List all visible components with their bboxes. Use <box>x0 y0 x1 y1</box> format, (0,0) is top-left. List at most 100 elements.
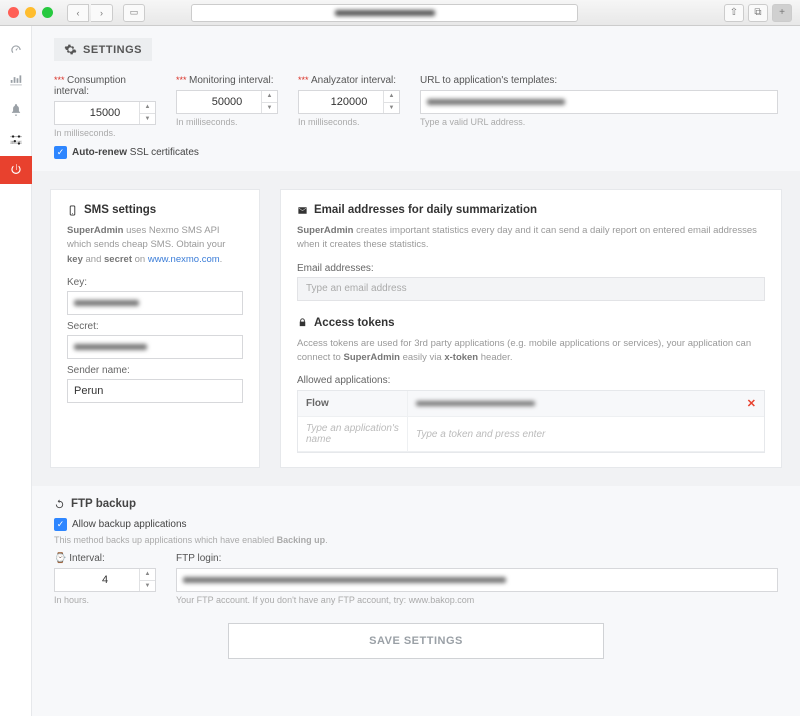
mail-icon <box>297 205 308 216</box>
power-icon <box>9 163 23 177</box>
key-input[interactable] <box>67 291 243 315</box>
tokens-table: Flow ✕ Type an application's name Type a… <box>297 390 765 453</box>
chrome-right: ⇧ ⧉ + <box>724 4 792 22</box>
ftp-interval-label: ⌚ Interval: <box>54 553 156 564</box>
share-icon[interactable]: ⇧ <box>724 4 744 22</box>
delete-token-button[interactable]: ✕ <box>747 397 756 410</box>
ftp-interval-help: In hours. <box>54 595 156 605</box>
table-row: Type an application's name Type a token … <box>298 417 764 452</box>
sender-input[interactable]: Perun <box>67 379 243 403</box>
email-title: Email addresses for daily summarization <box>297 204 765 216</box>
consumption-label: Consumption interval: <box>54 75 156 97</box>
sidebar <box>0 26 32 716</box>
email-desc: SuperAdmin creates important statistics … <box>297 224 765 253</box>
sliders-icon <box>9 133 23 147</box>
new-tab-icon[interactable]: + <box>772 4 792 22</box>
close-window-icon[interactable] <box>8 7 19 18</box>
browser-chrome: ‹ › ▭ ⇧ ⧉ + <box>0 0 800 26</box>
save-wrap: SAVE SETTINGS <box>54 623 778 659</box>
page-title-text: SETTINGS <box>83 44 142 56</box>
tokens-desc: Access tokens are used for 3rd party app… <box>297 337 765 366</box>
url-help: Type a valid URL address. <box>420 117 778 127</box>
panels: SMS settings SuperAdmin uses Nexmo SMS A… <box>32 171 800 486</box>
spinner: ▲▼ <box>139 569 155 591</box>
auto-renew-ssl-checkbox[interactable]: ✓ Auto-renew SSL certificates <box>54 146 778 159</box>
email-addresses-label: Email addresses: <box>297 263 765 274</box>
token-app-name: Flow <box>298 391 408 417</box>
sidebar-item-notifications[interactable] <box>0 96 32 124</box>
token-value: ✕ <box>408 391 764 417</box>
step-down-icon[interactable]: ▼ <box>384 103 399 114</box>
analyzator-input[interactable]: 120000 ▲▼ <box>298 90 400 114</box>
token-value-input[interactable]: Type a token and press enter <box>408 417 764 452</box>
email-addresses-input[interactable]: Type an email address <box>297 277 765 301</box>
save-button[interactable]: SAVE SETTINGS <box>228 623 604 659</box>
spinner: ▲▼ <box>139 102 155 124</box>
tokens-title: Access tokens <box>297 317 765 329</box>
step-up-icon[interactable]: ▲ <box>262 91 277 103</box>
monitoring-label: Monitoring interval: <box>176 75 278 86</box>
analyzator-label: Analyzator interval: <box>298 75 400 86</box>
gear-icon <box>64 43 77 56</box>
refresh-icon <box>54 499 65 510</box>
check-icon: ✓ <box>54 518 67 531</box>
ftp-method-help: This method backs up applications which … <box>54 535 778 545</box>
consumption-help: In milliseconds. <box>54 128 156 138</box>
step-down-icon[interactable]: ▼ <box>140 114 155 125</box>
sidebar-item-settings[interactable] <box>0 126 32 154</box>
bell-icon <box>9 103 23 117</box>
token-name-input[interactable]: Type an application's name <box>298 417 408 452</box>
url-input[interactable] <box>420 90 778 114</box>
intervals-row: Consumption interval: 15000 ▲▼ In millis… <box>54 75 778 138</box>
secret-input[interactable] <box>67 335 243 359</box>
sms-panel: SMS settings SuperAdmin uses Nexmo SMS A… <box>50 189 260 468</box>
consumption-input[interactable]: 15000 ▲▼ <box>54 101 156 125</box>
sidebar-item-power[interactable] <box>0 156 32 184</box>
back-button[interactable]: ‹ <box>67 4 89 22</box>
check-icon: ✓ <box>54 146 67 159</box>
nexmo-link[interactable]: www.nexmo.com <box>148 254 220 265</box>
sms-desc: SuperAdmin uses Nexmo SMS API which send… <box>67 224 243 267</box>
step-up-icon[interactable]: ▲ <box>140 102 155 114</box>
ftp-login-label: FTP login: <box>176 553 778 564</box>
step-down-icon[interactable]: ▼ <box>140 581 155 592</box>
sidebar-toggle-button[interactable]: ▭ <box>123 4 145 22</box>
ftp-login-input[interactable] <box>176 568 778 592</box>
url-label: URL to application's templates: <box>420 75 778 86</box>
maximize-window-icon[interactable] <box>42 7 53 18</box>
spinner: ▲▼ <box>383 91 399 113</box>
minimize-window-icon[interactable] <box>25 7 36 18</box>
chart-icon <box>9 73 23 87</box>
step-up-icon[interactable]: ▲ <box>140 569 155 581</box>
sms-title: SMS settings <box>67 204 243 216</box>
ftp-login-help: Your FTP account. If you don't have any … <box>176 595 778 605</box>
traffic-lights <box>8 7 53 18</box>
monitoring-help: In milliseconds. <box>176 117 278 127</box>
url-bar[interactable] <box>191 4 578 22</box>
ftp-row: ⌚ Interval: 4 ▲▼ In hours. FTP login: Yo… <box>54 553 778 605</box>
ftp-interval-input[interactable]: 4 ▲▼ <box>54 568 156 592</box>
templates-url-field: URL to application's templates: Type a v… <box>420 75 778 138</box>
ftp-interval-field: ⌚ Interval: 4 ▲▼ In hours. <box>54 553 156 605</box>
sidebar-item-analytics[interactable] <box>0 66 32 94</box>
analyzator-interval-field: Analyzator interval: 120000 ▲▼ In millis… <box>298 75 400 138</box>
allowed-apps-label: Allowed applications: <box>297 375 765 386</box>
step-down-icon[interactable]: ▼ <box>262 103 277 114</box>
table-row: Flow ✕ <box>298 391 764 417</box>
ftp-title: FTP backup <box>54 498 778 510</box>
sidebar-item-dashboard[interactable] <box>0 36 32 64</box>
sender-label: Sender name: <box>67 365 243 376</box>
monitoring-input[interactable]: 50000 ▲▼ <box>176 90 278 114</box>
gauge-icon <box>9 43 23 57</box>
spinner: ▲▼ <box>261 91 277 113</box>
key-label: Key: <box>67 277 243 288</box>
bakop-link[interactable]: www.bakop.com <box>409 595 475 605</box>
nav-buttons: ‹ › <box>67 4 113 22</box>
content: SETTINGS Consumption interval: 15000 ▲▼ … <box>32 26 800 716</box>
phone-icon <box>67 205 78 216</box>
page-title: SETTINGS <box>54 38 152 61</box>
step-up-icon[interactable]: ▲ <box>384 91 399 103</box>
forward-button[interactable]: › <box>91 4 113 22</box>
tabs-icon[interactable]: ⧉ <box>748 4 768 22</box>
allow-backup-checkbox[interactable]: ✓ Allow backup applications <box>54 518 778 531</box>
